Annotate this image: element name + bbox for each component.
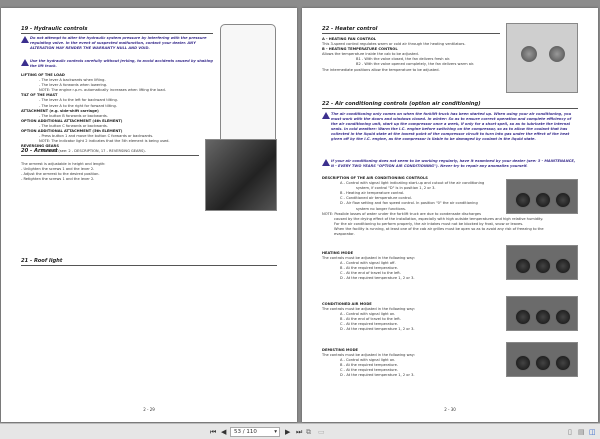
ac-controls-photo <box>506 342 578 377</box>
rotate-icon[interactable]: ⧉ <box>306 428 311 436</box>
ac-controls-photo <box>506 296 578 331</box>
section-title-air-conditioning: 22 - Air conditioning controls (option a… <box>322 101 578 109</box>
ac-controls-photo <box>506 179 578 214</box>
text-line: evaporator. <box>334 232 355 237</box>
heater-text: A - HEATING FAN CONTROL This 3-speed cont… <box>322 37 502 73</box>
mode-step: D - At the required temperature 1, 2 or … <box>340 276 415 281</box>
armrest-text: The armrest is adjustable in height and … <box>21 162 191 182</box>
two-page-view-icon[interactable]: ◫ <box>589 428 596 436</box>
mode-step: D - At the required temperature 1, 2 or … <box>340 327 415 332</box>
section-title-armrest: 20 - Armrest <box>21 148 199 156</box>
pdf-viewer-toolbar: ⏮ ◀ 53 / 110 ▾ ▶ ⏭ ⧉ ▭ ▯ ▤ ◫ <box>0 423 600 439</box>
mode-section: HEATING MODE The controls must be adjuste… <box>322 251 492 282</box>
previous-page-button[interactable]: ◀ <box>221 428 226 436</box>
right-pdf-page: 22 - Heater control A - HEATING FAN CONT… <box>302 8 598 422</box>
continuous-view-icon[interactable]: ▤ <box>578 428 585 436</box>
mode-section: DEMISTING MODE The controls must be adjus… <box>322 348 492 379</box>
warning-text: Do not attempt to alter the hydraulic sy… <box>30 36 207 50</box>
ac-controls-photo <box>506 245 578 280</box>
last-page-button[interactable]: ⏭ <box>296 428 302 436</box>
heater-photo <box>506 23 578 93</box>
section-title-hydraulic: 19 - Hydraulic controls <box>21 26 213 34</box>
warning-icon <box>322 112 330 119</box>
page-number: 2 - 30 <box>444 407 456 412</box>
page-number-value[interactable]: 53 / 110 <box>234 429 257 435</box>
warning-text: If your air conditioning does not seem t… <box>331 159 576 168</box>
next-page-button[interactable]: ▶ <box>285 428 290 436</box>
section-title-heater: 22 - Heater control <box>322 26 500 34</box>
left-pdf-page: 19 - Hydraulic controls Do not attempt t… <box>1 8 297 422</box>
armrest-photo <box>205 139 277 211</box>
page-number-input[interactable]: 53 / 110 ▾ <box>230 427 280 437</box>
warning-note: If your air conditioning does not seem t… <box>322 159 578 169</box>
warning-note: The air conditioning only comes on when … <box>322 112 578 142</box>
section-title-roof-light: 21 - Roof light <box>21 258 277 266</box>
hydraulic-text: LIFTING OF THE LOAD - The lever A backwar… <box>21 73 221 155</box>
first-page-button[interactable]: ⏮ <box>210 428 216 436</box>
warning-icon <box>21 36 29 43</box>
warning-icon <box>21 59 29 66</box>
text-line: When the facility is running, at least o… <box>334 226 544 231</box>
single-page-view-icon[interactable]: ▯ <box>568 428 572 436</box>
text-line: The intermediate positions allow the tem… <box>322 67 440 72</box>
warning-icon <box>322 159 330 166</box>
warning-text: The air conditioning only comes on when … <box>331 112 572 141</box>
page-dropdown-icon[interactable]: ▾ <box>274 428 277 436</box>
warning-text: Use the hydraulic controls carefully wit… <box>30 59 213 68</box>
mode-section: CONDITIONED AIR MODE The controls must be… <box>322 302 492 333</box>
warning-note: Use the hydraulic controls carefully wit… <box>21 59 213 69</box>
text-line: - Retighten the screws 1 and the lever 2… <box>21 177 95 182</box>
copy-icon[interactable]: ▭ <box>318 428 325 436</box>
warning-note: Do not attempt to alter the hydraulic sy… <box>21 36 213 51</box>
page-number: 2 - 29 <box>143 407 155 412</box>
mode-step: D - At the required temperature 1, 2 or … <box>340 373 415 378</box>
